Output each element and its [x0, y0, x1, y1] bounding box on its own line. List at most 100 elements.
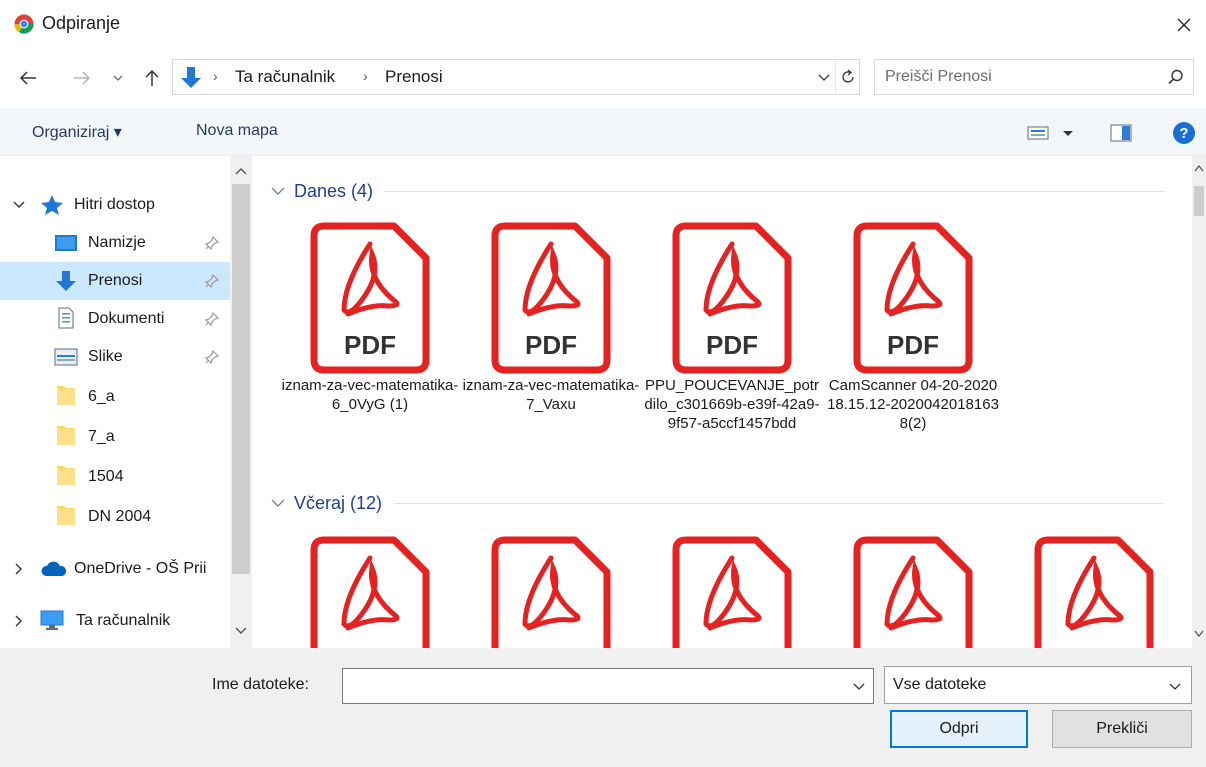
- sidebar-item-folder-dn2004[interactable]: DN 2004: [0, 498, 230, 536]
- search-box[interactable]: [874, 59, 1194, 95]
- address-dropdown-button[interactable]: [813, 60, 835, 94]
- sidebar-item-pictures[interactable]: Slike: [0, 338, 230, 376]
- forward-button[interactable]: [68, 64, 96, 92]
- cloud-icon: [41, 561, 67, 576]
- chevron-down-icon: [271, 499, 285, 507]
- scrollbar-thumb[interactable]: [1194, 186, 1204, 216]
- file-type-label: PDF: [525, 330, 577, 360]
- arrow-right-icon: [74, 71, 91, 85]
- breadcrumb-downloads[interactable]: Prenosi: [385, 67, 443, 87]
- group-title: Včeraj (12): [294, 492, 383, 513]
- sidebar-item-label: Ta računalnik: [76, 612, 171, 629]
- group-divider: [394, 502, 1165, 504]
- scroll-up-icon[interactable]: [1194, 164, 1204, 172]
- file-list: Danes (4) PDF iznam-za-vec-matematika-6_…: [258, 156, 1192, 648]
- pdf-icon: PDF: [491, 222, 611, 374]
- sidebar-item-label: Hitri dostop: [74, 196, 155, 213]
- breadcrumb-separator: ›: [213, 68, 218, 84]
- command-toolbar: Organiziraj ▾ Nova mapa ?: [0, 108, 1206, 156]
- folder-icon: [57, 386, 75, 405]
- folder-icon: [57, 426, 75, 445]
- organize-button[interactable]: Organiziraj ▾: [32, 122, 122, 142]
- sidebar-item-label: OneDrive - OŠ Prii: [74, 560, 207, 577]
- scrollbar-thumb[interactable]: [232, 184, 250, 574]
- file-name: iznam-za-vec-matematika-6_0VyG (1): [281, 377, 459, 413]
- recent-locations-button[interactable]: [108, 64, 128, 92]
- group-header-yesterday[interactable]: Včeraj (12): [270, 490, 1165, 516]
- view-icon: [1027, 126, 1049, 140]
- sidebar-item-label: Namizje: [88, 234, 146, 251]
- file-type-label: PDF: [706, 330, 758, 360]
- file-type-label: PDF: [344, 330, 396, 360]
- title-bar: Odpiranje: [0, 0, 1206, 50]
- filename-label: Ime datoteke:: [212, 676, 309, 693]
- file-name: iznam-za-vec-matematika-7_Vaxu: [462, 377, 640, 413]
- chevron-down-icon: [818, 74, 830, 81]
- view-options-button[interactable]: [1020, 120, 1082, 146]
- help-button[interactable]: ?: [1170, 120, 1198, 146]
- group-divider: [385, 190, 1166, 192]
- preview-pane-button[interactable]: [1106, 120, 1136, 146]
- pin-icon[interactable]: [204, 273, 220, 289]
- sidebar-item-label: 1504: [88, 468, 124, 485]
- preview-pane-icon: [1110, 124, 1132, 142]
- document-icon: [58, 307, 74, 329]
- pin-icon[interactable]: [204, 311, 220, 327]
- pin-icon[interactable]: [204, 349, 220, 365]
- chevron-down-icon[interactable]: [851, 678, 867, 694]
- back-button[interactable]: [14, 64, 42, 92]
- close-button[interactable]: [1162, 0, 1206, 50]
- file-type-select[interactable]: Vse datoteke: [884, 666, 1192, 704]
- filename-input[interactable]: [349, 669, 829, 703]
- filename-combobox[interactable]: [342, 668, 874, 704]
- close-icon: [1177, 18, 1191, 32]
- pdf-icon: PDF: [853, 222, 973, 374]
- sidebar-item-downloads[interactable]: Prenosi: [0, 262, 230, 300]
- arrow-left-icon: [19, 71, 36, 85]
- chevron-down-icon: [271, 187, 285, 195]
- search-input[interactable]: [885, 60, 1145, 94]
- chevron-down-icon: [1169, 683, 1181, 690]
- scroll-up-icon[interactable]: [235, 166, 247, 176]
- group-title: Danes (4): [294, 180, 374, 201]
- pin-icon[interactable]: [204, 235, 220, 251]
- sidebar-item-desktop[interactable]: Namizje: [0, 224, 230, 262]
- open-button[interactable]: Odpri: [890, 710, 1028, 748]
- up-button[interactable]: [138, 64, 166, 92]
- sidebar-item-documents[interactable]: Dokumenti: [0, 300, 230, 338]
- sidebar-item-label: 7_a: [88, 428, 115, 445]
- pdf-icon: PDF: [853, 536, 973, 648]
- group-header-today[interactable]: Danes (4): [270, 178, 1166, 204]
- sidebar-scrollbar[interactable]: [230, 156, 252, 648]
- folder-icon: [57, 506, 75, 525]
- desktop-icon: [55, 235, 77, 251]
- sidebar-item-label: Prenosi: [88, 272, 143, 289]
- sidebar-item-folder-6a[interactable]: 6_a: [0, 378, 230, 416]
- scroll-down-icon[interactable]: [235, 626, 247, 636]
- chevron-down-icon: [13, 201, 25, 208]
- chevron-down-icon: [113, 75, 123, 81]
- breadcrumb-this-pc[interactable]: Ta računalnik: [235, 67, 335, 87]
- cancel-button[interactable]: Prekliči: [1052, 710, 1192, 748]
- address-bar[interactable]: › Ta računalnik › Prenosi: [172, 59, 860, 95]
- pdf-icon: PDF: [310, 536, 430, 648]
- sidebar-item-folder-1504[interactable]: 1504: [0, 458, 230, 496]
- download-icon: [56, 271, 76, 291]
- sidebar-item-label: DN 2004: [88, 508, 152, 525]
- file-type-label: PDF: [887, 330, 939, 360]
- pdf-icon: PDF: [672, 222, 792, 374]
- sidebar-item-quick-access[interactable]: Hitri dostop: [0, 186, 230, 224]
- pictures-icon: [54, 348, 78, 366]
- sidebar-item-this-pc[interactable]: Ta računalnik: [0, 602, 230, 640]
- content-scrollbar[interactable]: [1192, 156, 1206, 648]
- sidebar-item-onedrive[interactable]: OneDrive - OŠ Prii: [0, 550, 230, 588]
- pdf-icon: PDF: [310, 222, 430, 374]
- pdf-icon: PDF: [1034, 536, 1154, 648]
- sidebar-item-label: Slike: [88, 348, 123, 365]
- star-icon: [41, 195, 63, 215]
- chevron-right-icon: [15, 615, 22, 627]
- new-folder-button[interactable]: Nova mapa: [196, 122, 278, 140]
- sidebar-item-folder-7a[interactable]: 7_a: [0, 418, 230, 456]
- scroll-down-icon[interactable]: [1194, 630, 1204, 638]
- refresh-button[interactable]: [835, 60, 859, 94]
